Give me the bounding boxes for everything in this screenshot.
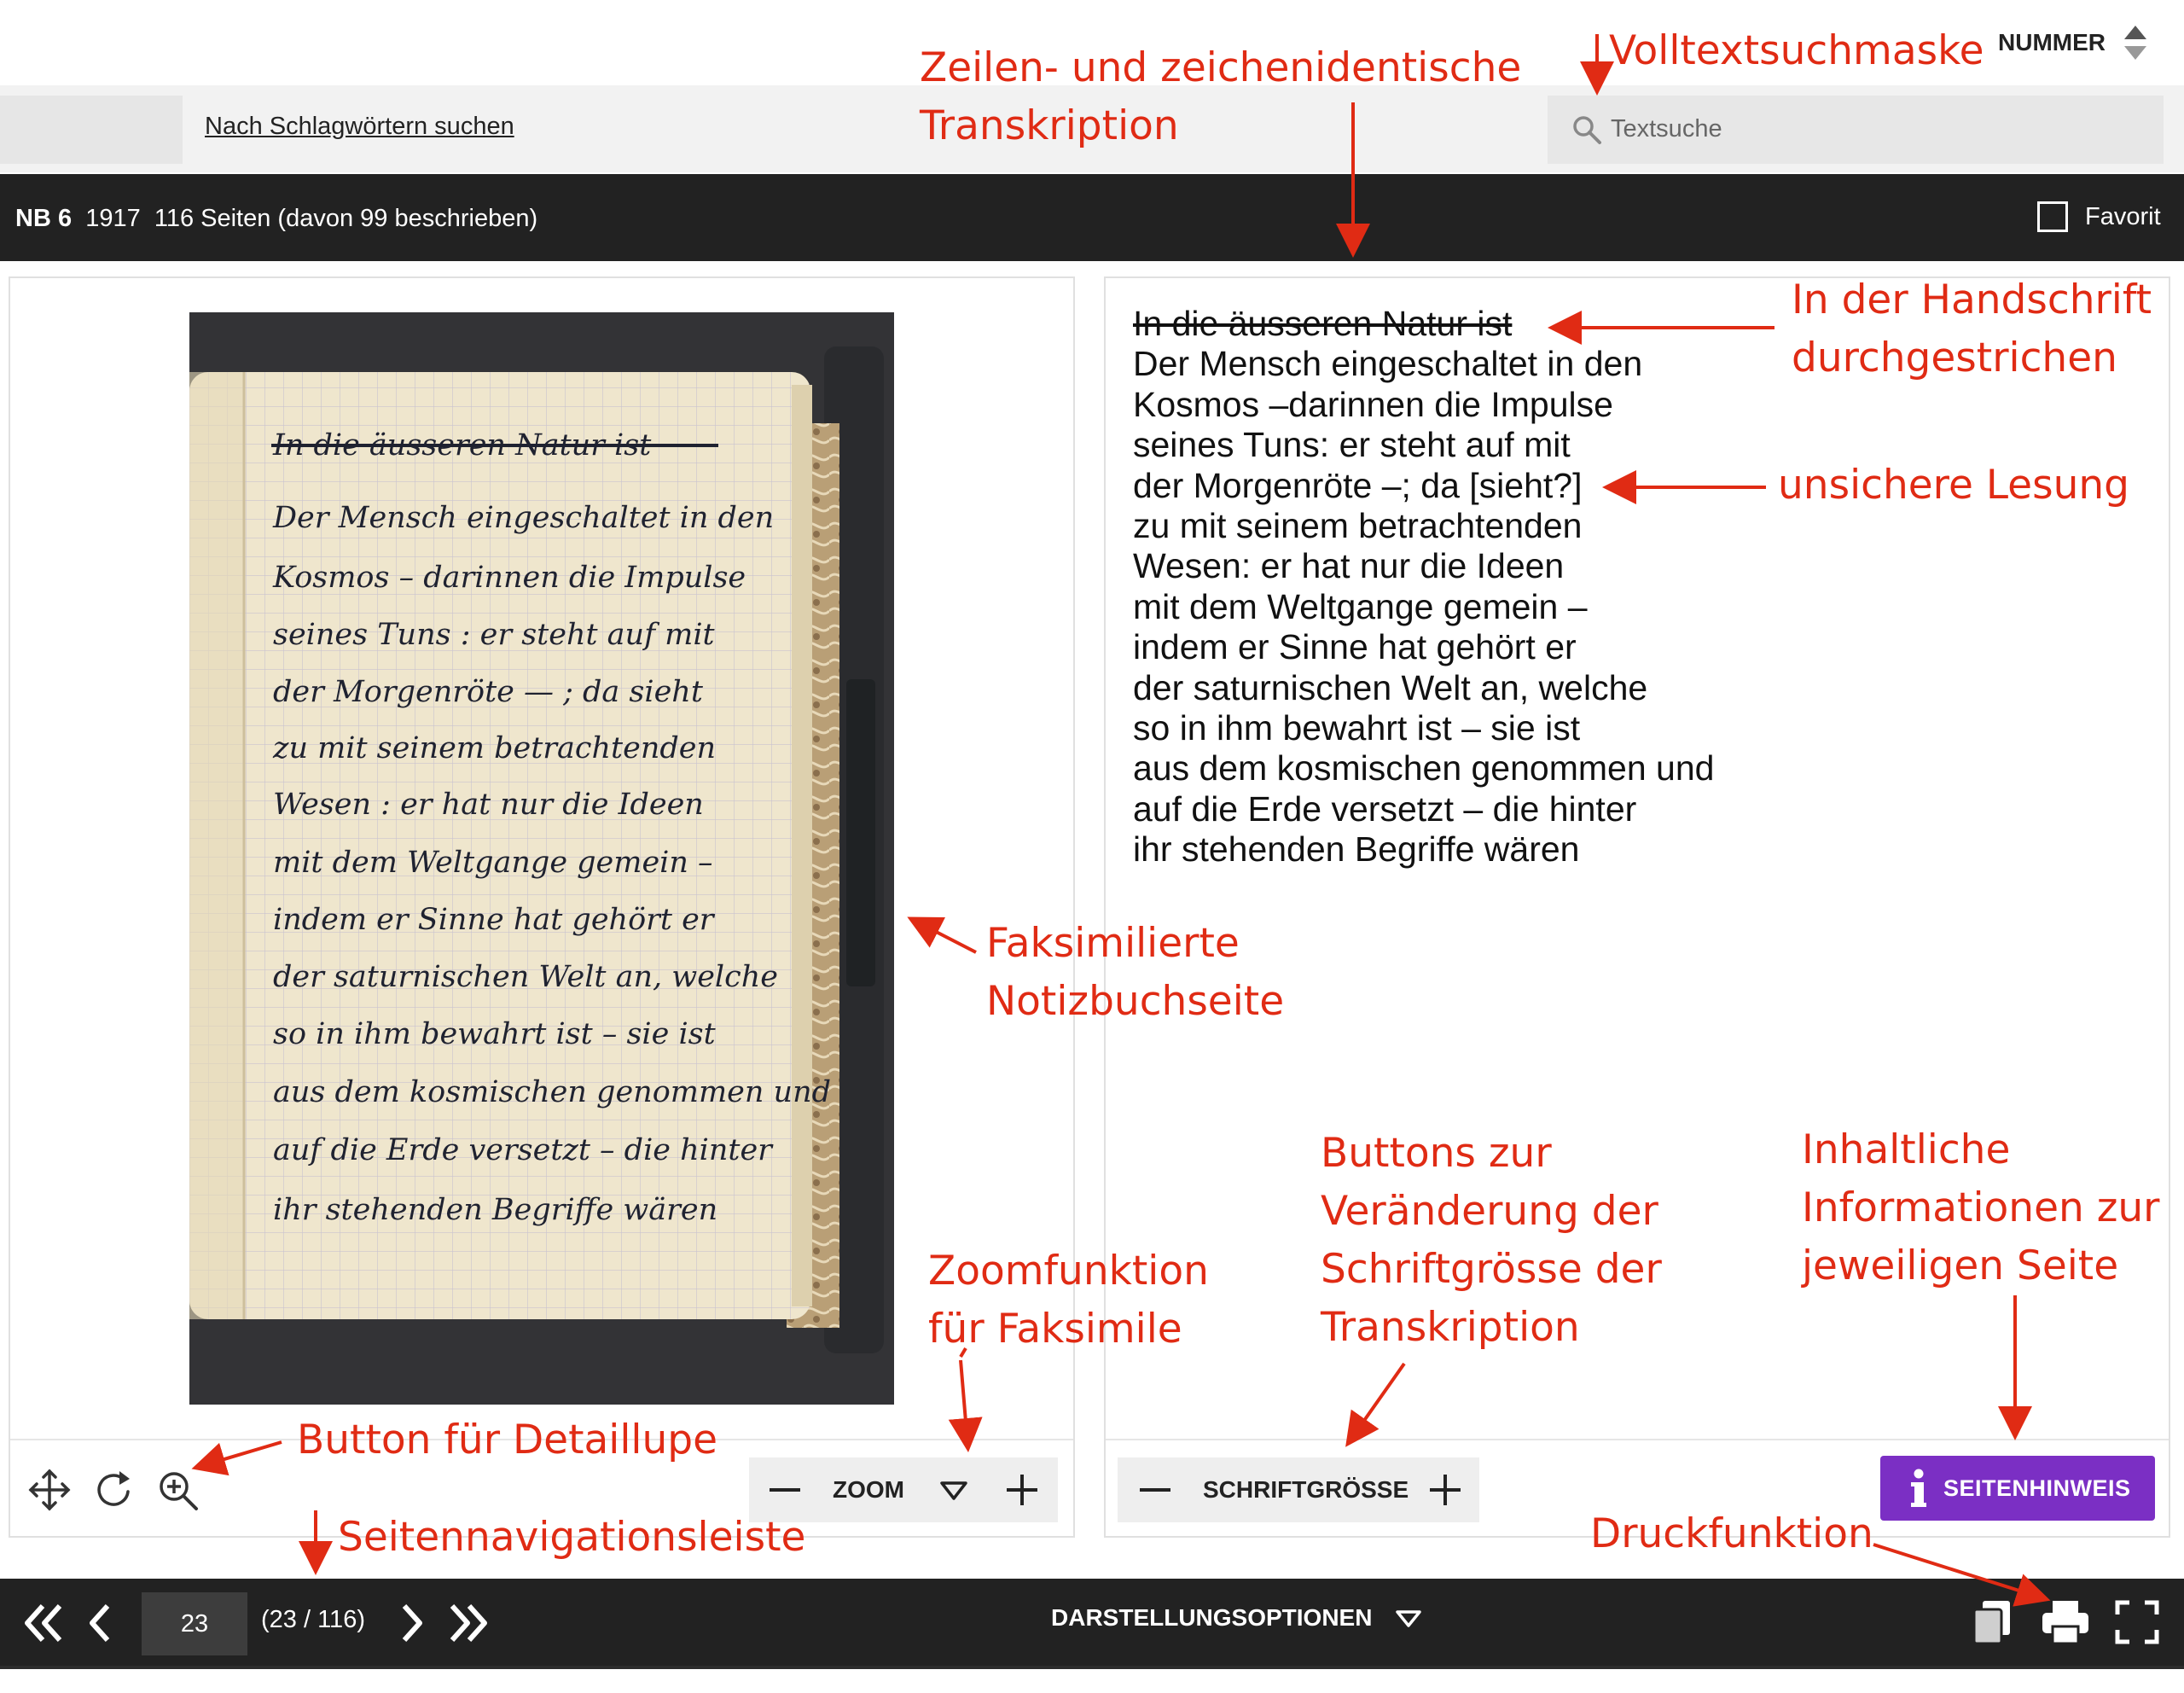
notebook-facsimile-image[interactable]: In die äusseren Natur ist Der Mensch ein… — [189, 312, 894, 1405]
transcription-line: ihr stehenden Begriffe wären — [1133, 829, 1580, 870]
annotation-line: Transkription — [920, 102, 1179, 149]
panel-divider — [1106, 1439, 2169, 1440]
last-page-icon[interactable] — [445, 1601, 491, 1645]
transcription-line: zu mit seinem betrachtenden — [1133, 506, 1583, 546]
transcription-line: der saturnischen Welt an, welche — [1133, 667, 1648, 707]
annotation-struck-text: In der Handschrift durchgestrichen — [1792, 271, 2152, 387]
annotation-uncertain-reading: unsichere Lesung — [1778, 462, 2129, 509]
notebook-id: NB 6 — [15, 205, 73, 232]
transcription-line: aus dem kosmischen genommen und — [1133, 748, 1715, 788]
handwritten-line: Wesen : er hat nur die Ideen — [273, 788, 704, 822]
info-icon — [1911, 1469, 1926, 1507]
notebook-info: NB 6 1917 116 Seiten (davon 99 beschrieb… — [15, 205, 537, 233]
annotation-line: Notizbuchseite — [986, 978, 1285, 1025]
zoom-out-button[interactable] — [766, 1480, 804, 1500]
handwritten-line: Kosmos – darinnen die Impulse — [272, 561, 746, 595]
handwritten-line: ihr stehenden Begriffe wären — [273, 1193, 717, 1227]
rotate-icon[interactable] — [90, 1466, 138, 1514]
zoom-in-button[interactable] — [1003, 1471, 1041, 1509]
display-options-dropdown[interactable]: DARSTELLUNGSOPTIONEN — [1051, 1604, 1423, 1632]
annotation-line: Informationen zur — [1802, 1184, 2160, 1231]
next-page-icon[interactable] — [396, 1601, 427, 1645]
transcription-text: In die äusseren Natur ist Der Mensch ein… — [1133, 304, 1714, 870]
handwritten-line: Der Mensch eingeschaltet in den — [272, 501, 774, 535]
handwritten-line: aus dem kosmischen genommen und — [273, 1075, 831, 1109]
sort-selector[interactable]: NUMMER — [1998, 24, 2148, 61]
annotation-page-info: Inhaltliche Informationen zur jeweiligen… — [1802, 1121, 2160, 1295]
transcription-line: mit dem Weltgange gemein – — [1133, 586, 1588, 626]
handwritten-line: der Morgenröte — ; da sieht — [273, 675, 704, 709]
annotation-line: Veränderung der — [1321, 1188, 1658, 1235]
keyword-search-link[interactable]: Nach Schlagwörtern suchen — [205, 113, 514, 141]
transcription-line: indem er Sinne hat gehört er — [1133, 627, 1577, 667]
page-note-button[interactable]: SEITENHINWEIS — [1880, 1456, 2155, 1521]
previous-page-icon[interactable] — [85, 1601, 116, 1645]
transcription-line: Wesen: er hat nur die Ideen — [1133, 546, 1565, 586]
annotation-line: Zeilen- und zeichenidentische — [920, 44, 1522, 91]
sort-arrows-icon — [2124, 26, 2146, 60]
transcription-line: Kosmos –darinnen die Impulse — [1133, 384, 1613, 424]
font-size-control: SCHRIFTGRÖSSE — [1118, 1457, 1479, 1522]
transcription-line-struck: In die äusseren Natur ist — [1133, 304, 1513, 343]
copy-icon[interactable] — [1971, 1597, 2013, 1647]
transcription-line: seines Tuns: er steht auf mit — [1133, 425, 1571, 465]
sort-label: NUMMER — [1998, 29, 2106, 55]
notebook-pages: 116 Seiten (davon 99 beschrieben) — [154, 205, 538, 232]
handwritten-line: indem er Sinne hat gehört er — [273, 903, 716, 937]
annotation-font-size: Buttons zur Veränderung der Schriftgröss… — [1321, 1125, 1662, 1357]
font-size-decrease-button[interactable] — [1136, 1480, 1174, 1500]
favorite-checkbox[interactable] — [2037, 201, 2068, 232]
favorite-toggle[interactable]: Favorit — [2037, 201, 2161, 232]
annotation-line: Schriftgrösse der — [1321, 1246, 1662, 1293]
page-note-label: SEITENHINWEIS — [1943, 1475, 2131, 1501]
annotation-line: In der Handschrift — [1792, 276, 2152, 323]
magnifier-detail-icon[interactable] — [154, 1466, 201, 1514]
nav-bottom-edge — [0, 1666, 2184, 1669]
font-size-increase-button[interactable] — [1426, 1471, 1464, 1509]
handwritten-line: zu mit seinem betrachtenden — [272, 731, 716, 765]
display-options-label: DARSTELLUNGSOPTIONEN — [1051, 1604, 1373, 1631]
move-icon[interactable] — [26, 1466, 73, 1514]
zoom-dropdown-icon[interactable] — [938, 1476, 969, 1505]
annotation-line: Inhaltliche — [1802, 1126, 2011, 1173]
annotation-line: für Faksimile — [928, 1306, 1182, 1353]
zoom-label: ZOOM — [833, 1476, 904, 1503]
handwritten-line: seines Tuns : er steht auf mit — [273, 618, 716, 652]
annotation-line: Faksimilierte — [986, 920, 1240, 967]
transcription-line: Der Mensch eingeschaltet in den — [1133, 344, 1643, 384]
annotation-zoom: Zoomfunktion für Faksimile — [928, 1242, 1209, 1358]
annotation-fulltext-search: Volltextsuchmaske — [1609, 27, 1984, 74]
print-icon[interactable] — [2041, 1599, 2090, 1645]
annotation-line: jeweiligen Seite — [1802, 1242, 2119, 1289]
annotation-detail-magnifier: Button für Detaillupe — [297, 1417, 718, 1463]
fulltext-search-input[interactable]: Textsuche — [1548, 96, 2164, 164]
annotation-facsimile: Faksimilierte Notizbuchseite — [986, 915, 1284, 1031]
annotation-line: Zoomfunktion — [928, 1248, 1209, 1294]
annotation-line: durchgestrichen — [1792, 335, 2117, 381]
first-page-icon[interactable] — [20, 1601, 67, 1645]
transcription-line: so in ihm bewahrt ist – sie ist — [1133, 708, 1581, 748]
fullscreen-icon[interactable] — [2114, 1599, 2160, 1645]
search-icon — [1573, 116, 1601, 144]
toolbar-left-field[interactable] — [0, 96, 183, 164]
font-size-label: SCHRIFTGRÖSSE — [1203, 1476, 1409, 1503]
notebook-year: 1917 — [85, 205, 141, 232]
annotation-transcription-title: Zeilen- und zeichenidentische Transkript… — [920, 39, 1521, 155]
transcription-line: auf die Erde versetzt – die hinter — [1133, 788, 1637, 829]
handwritten-line: so in ihm bewahrt ist – sie ist — [273, 1017, 717, 1051]
annotation-line: Buttons zur — [1321, 1130, 1552, 1177]
annotation-page-navigation: Seitennavigationsleiste — [338, 1514, 806, 1561]
handwritten-line: mit dem Weltgange gemein – — [273, 846, 713, 880]
transcription-line: der Morgenröte –; da [sieht?] — [1133, 465, 1583, 505]
annotation-print: Druckfunktion — [1590, 1510, 1873, 1557]
page-count: (23 / 116) — [261, 1606, 365, 1633]
chevron-down-icon — [1396, 1610, 1422, 1627]
annotation-line: Transkription — [1321, 1304, 1580, 1351]
search-placeholder: Textsuche — [1611, 115, 1722, 143]
favorite-label: Favorit — [2085, 202, 2161, 230]
handwritten-line: der saturnischen Welt an, welche — [273, 960, 778, 994]
page-number-input[interactable]: 23 — [142, 1592, 247, 1655]
handwritten-line: auf die Erde versetzt – die hinter — [273, 1133, 774, 1167]
